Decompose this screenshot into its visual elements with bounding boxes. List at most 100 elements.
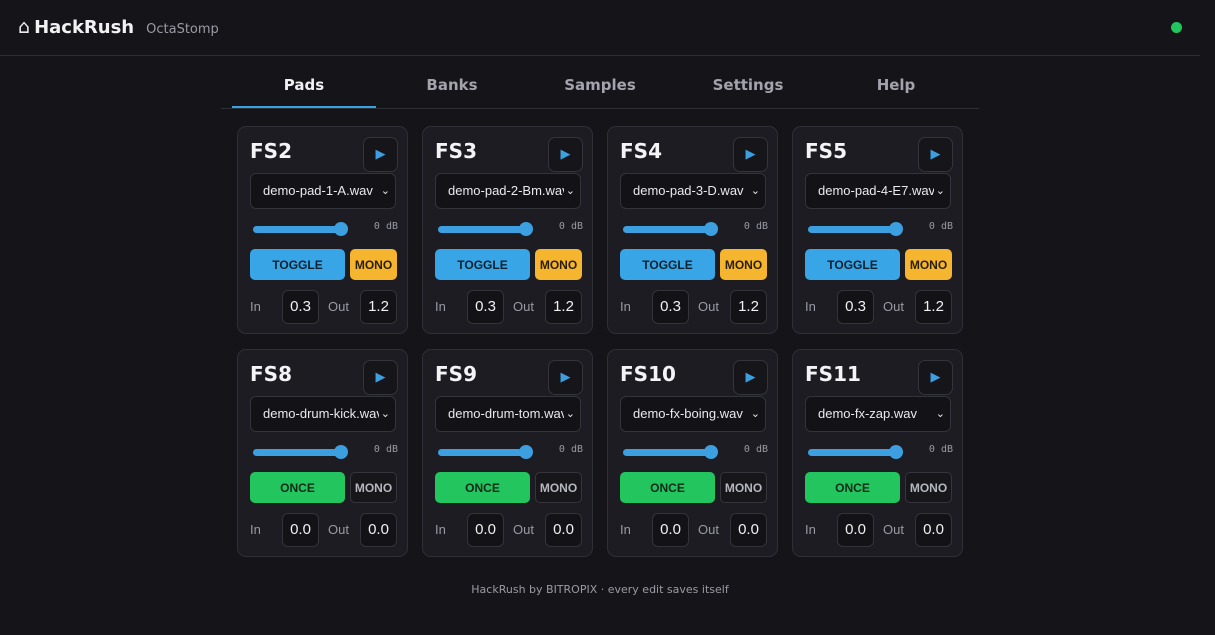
fade-in-field[interactable]: 0.3: [837, 290, 874, 324]
play-button[interactable]: ▶: [733, 360, 768, 395]
pad-name: FS4: [620, 139, 662, 163]
fade-in-field[interactable]: 0.3: [282, 290, 319, 324]
fade-out-label: Out: [698, 299, 719, 314]
play-mode-button[interactable]: ONCE: [805, 472, 900, 503]
slider-thumb[interactable]: [334, 222, 349, 236]
slider-fill: [438, 226, 527, 233]
play-icon: ▶: [560, 370, 571, 385]
play-button[interactable]: ▶: [363, 137, 398, 172]
gain-slider[interactable]: [253, 445, 349, 459]
play-button[interactable]: ▶: [363, 360, 398, 395]
gain-slider[interactable]: [808, 445, 904, 459]
fade-in-label: In: [250, 522, 261, 537]
gain-readout: 0 dB: [373, 444, 398, 455]
play-mode-button[interactable]: TOGGLE: [250, 249, 345, 280]
mono-toggle-button[interactable]: MONO: [720, 249, 767, 280]
fade-in-field[interactable]: 0.3: [652, 290, 689, 324]
gain-slider[interactable]: [438, 222, 534, 236]
slider-thumb[interactable]: [889, 222, 904, 236]
pad-name: FS2: [250, 139, 292, 163]
sample-select[interactable]: demo-drum-kick.wav ⌄: [250, 396, 396, 432]
mono-toggle-button[interactable]: MONO: [350, 249, 397, 280]
sample-select[interactable]: demo-pad-3-D.wav ⌄: [620, 173, 766, 209]
play-mode-button[interactable]: ONCE: [435, 472, 530, 503]
play-mode-button[interactable]: TOGGLE: [435, 249, 530, 280]
fade-out-field[interactable]: 1.2: [730, 290, 767, 324]
slider-thumb[interactable]: [889, 445, 904, 459]
mono-toggle-button[interactable]: MONO: [535, 472, 582, 503]
slider-thumb[interactable]: [519, 222, 534, 236]
play-icon: ▶: [375, 370, 386, 385]
fade-out-field[interactable]: 1.2: [360, 290, 397, 324]
fade-in-field[interactable]: 0.0: [652, 513, 689, 547]
slider-fill: [623, 226, 712, 233]
play-mode-button[interactable]: ONCE: [250, 472, 345, 503]
pad-card: FS10 ▶ demo-fx-boing.wav ⌄ 0 dB ONCE MONO In 0.0…: [607, 349, 778, 557]
pad-card: FS2 ▶ demo-pad-1-A.wav ⌄ 0 dB TOGGLE MONO In 0.3…: [237, 126, 408, 334]
play-button[interactable]: ▶: [918, 137, 953, 172]
tab-banks[interactable]: Banks: [380, 65, 524, 108]
sample-select-value: demo-pad-1-A.wav: [263, 183, 373, 198]
mono-toggle-button[interactable]: MONO: [905, 472, 952, 503]
mono-toggle-button[interactable]: MONO: [535, 249, 582, 280]
play-button[interactable]: ▶: [733, 137, 768, 172]
sample-select[interactable]: demo-pad-2-Bm.wav ⌄: [435, 173, 581, 209]
sample-select[interactable]: demo-fx-zap.wav ⌄: [805, 396, 951, 432]
fade-out-field[interactable]: 1.2: [545, 290, 582, 324]
slider-fill: [253, 449, 342, 456]
gain-slider[interactable]: [623, 222, 719, 236]
fade-in-field[interactable]: 0.0: [467, 513, 504, 547]
fade-out-field[interactable]: 1.2: [915, 290, 952, 324]
chevron-down-icon: ⌄: [748, 174, 760, 208]
gain-slider[interactable]: [438, 445, 534, 459]
slider-thumb[interactable]: [519, 445, 534, 459]
slider-fill: [808, 449, 897, 456]
mono-toggle-button[interactable]: MONO: [720, 472, 767, 503]
tab-help[interactable]: Help: [824, 65, 968, 108]
gain-slider[interactable]: [253, 222, 349, 236]
mono-toggle-button[interactable]: MONO: [905, 249, 952, 280]
play-mode-button[interactable]: ONCE: [620, 472, 715, 503]
fade-out-field[interactable]: 0.0: [360, 513, 397, 547]
fade-out-label: Out: [513, 299, 534, 314]
fade-out-field[interactable]: 0.0: [915, 513, 952, 547]
sample-select[interactable]: demo-fx-boing.wav ⌄: [620, 396, 766, 432]
play-mode-button[interactable]: TOGGLE: [620, 249, 715, 280]
fade-out-label: Out: [883, 299, 904, 314]
play-button[interactable]: ▶: [548, 137, 583, 172]
fade-in-label: In: [805, 522, 816, 537]
gain-slider[interactable]: [623, 445, 719, 459]
sample-select[interactable]: demo-pad-1-A.wav ⌄: [250, 173, 396, 209]
fade-out-field[interactable]: 0.0: [730, 513, 767, 547]
play-button[interactable]: ▶: [548, 360, 583, 395]
tab-settings[interactable]: Settings: [676, 65, 820, 108]
brand[interactable]: ⌂ HackRush OctaStomp: [18, 16, 219, 38]
sample-select-value: demo-fx-boing.wav: [633, 406, 743, 421]
slider-thumb[interactable]: [704, 222, 719, 236]
tab-samples[interactable]: Samples: [528, 65, 672, 108]
gain-readout: 0 dB: [558, 444, 583, 455]
app-subtitle: OctaStomp: [146, 22, 219, 37]
mono-toggle-button[interactable]: MONO: [350, 472, 397, 503]
slider-fill: [623, 449, 712, 456]
play-button[interactable]: ▶: [918, 360, 953, 395]
play-icon: ▶: [930, 370, 941, 385]
sample-select[interactable]: demo-drum-tom.wav ⌄: [435, 396, 581, 432]
fade-out-field[interactable]: 0.0: [545, 513, 582, 547]
tab-bar: Pads Banks Samples Settings Help: [221, 65, 979, 109]
play-icon: ▶: [375, 147, 386, 162]
sample-select[interactable]: demo-pad-4-E7.wav ⌄: [805, 173, 951, 209]
play-mode-button[interactable]: TOGGLE: [805, 249, 900, 280]
slider-thumb[interactable]: [334, 445, 349, 459]
slider-thumb[interactable]: [704, 445, 719, 459]
fade-in-field[interactable]: 0.0: [282, 513, 319, 547]
tab-pads[interactable]: Pads: [232, 65, 376, 108]
sample-select-value: demo-drum-kick.wav: [263, 406, 383, 421]
fade-in-label: In: [620, 522, 631, 537]
gain-slider[interactable]: [808, 222, 904, 236]
fade-in-field[interactable]: 0.3: [467, 290, 504, 324]
fade-in-field[interactable]: 0.0: [837, 513, 874, 547]
pad-card: FS9 ▶ demo-drum-tom.wav ⌄ 0 dB ONCE MONO In 0.0 O…: [422, 349, 593, 557]
fade-in-label: In: [620, 299, 631, 314]
fade-out-label: Out: [698, 522, 719, 537]
